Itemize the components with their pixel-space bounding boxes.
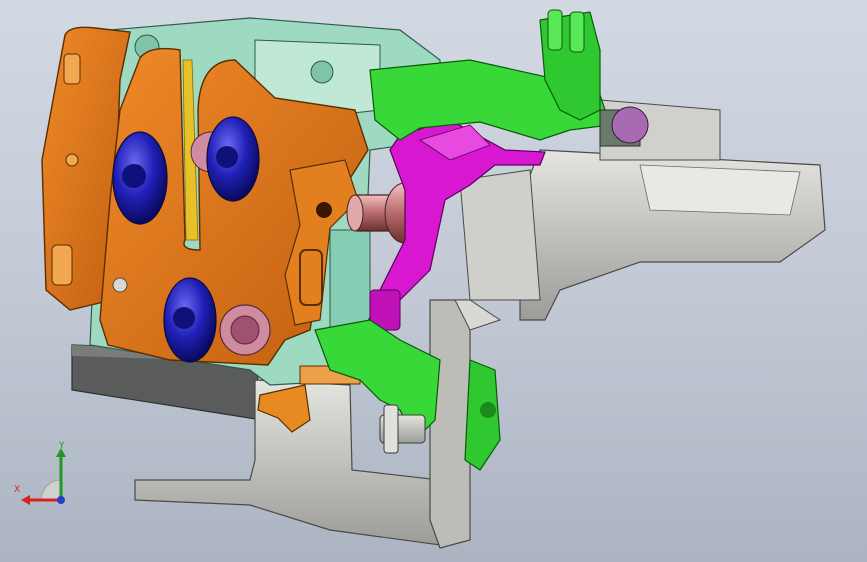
screw-head-bottom[interactable] (163, 277, 217, 363)
graphics-viewport[interactable]: X Y (0, 0, 867, 562)
triad-y-label: Y (59, 441, 65, 451)
screw-head-top-left[interactable] (112, 131, 168, 225)
triad-axes-icon (21, 448, 66, 505)
screw-head-top-right[interactable] (206, 116, 260, 202)
cad-assembly-model[interactable] (0, 0, 867, 562)
triad-x-label: X (14, 485, 21, 495)
coordinate-triad: X Y (14, 440, 76, 506)
triad-z-axis (57, 496, 65, 504)
